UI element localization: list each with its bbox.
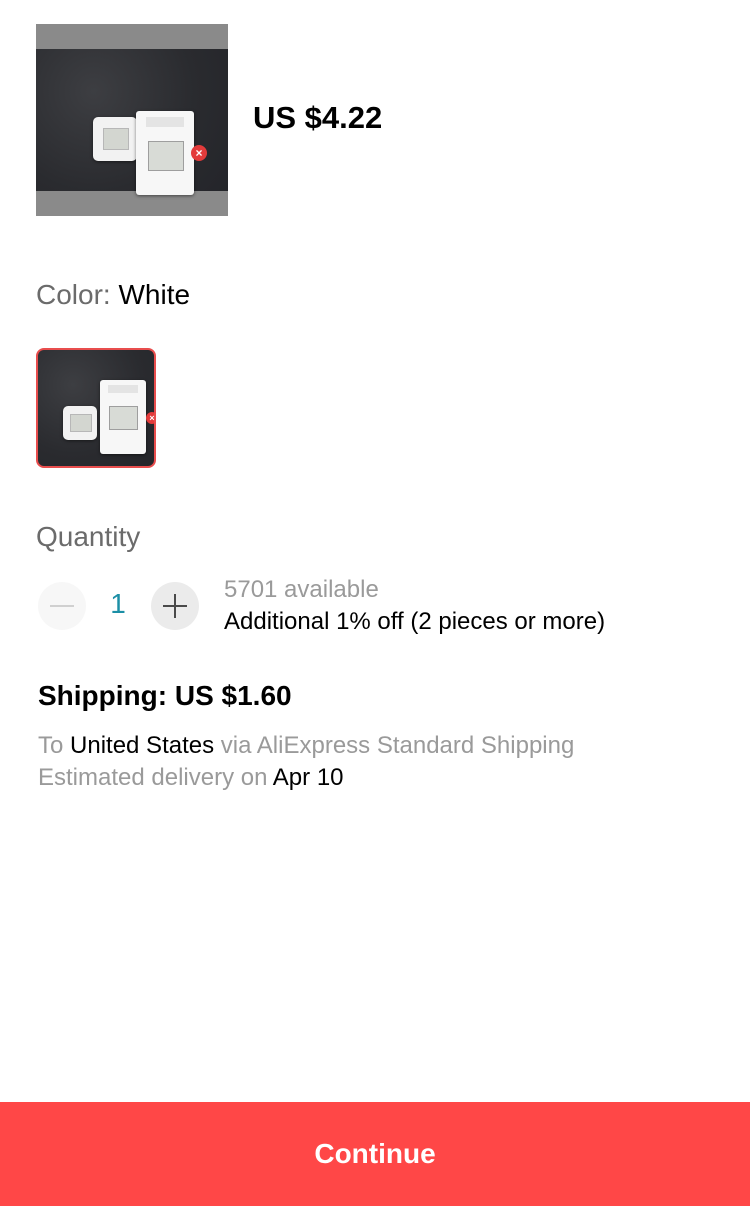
color-swatch-white[interactable]: × xyxy=(36,348,156,468)
product-price: US $4.22 xyxy=(253,100,383,135)
color-selection: Color: White xyxy=(36,279,190,311)
thermometer-device xyxy=(93,117,137,161)
estimated-delivery: Estimated delivery on Apr 10 xyxy=(38,764,344,792)
plus-icon-vertical xyxy=(174,594,176,618)
shipping-method: via AliExpress Standard Shipping xyxy=(214,732,575,759)
color-label: Color: xyxy=(36,279,119,310)
increase-quantity-button[interactable] xyxy=(151,582,199,630)
destination-country: United States xyxy=(70,732,215,759)
shipping-route: To United States via AliExpress Standard… xyxy=(38,732,574,760)
thermometer-device xyxy=(63,406,97,440)
close-mark-icon: × xyxy=(146,412,154,424)
quantity-value[interactable]: 1 xyxy=(100,588,136,620)
product-photo-icon: × xyxy=(36,49,228,195)
product-box xyxy=(136,111,194,195)
color-value: White xyxy=(118,279,191,310)
product-box xyxy=(100,380,146,454)
close-mark-icon: × xyxy=(191,145,207,161)
minus-icon xyxy=(50,605,74,607)
to-prefix: To xyxy=(38,732,71,759)
shipping-title: Shipping: US $1.60 xyxy=(38,680,292,711)
stock-available: 5701 available xyxy=(224,576,379,603)
product-image: × xyxy=(36,24,228,216)
continue-button[interactable]: Continue xyxy=(0,1102,750,1206)
bulk-discount: Additional 1% off (2 pieces or more) xyxy=(224,608,606,635)
delivery-date: Apr 10 xyxy=(272,764,344,791)
quantity-title: Quantity xyxy=(36,521,141,552)
decrease-quantity-button[interactable] xyxy=(38,582,86,630)
delivery-prefix: Estimated delivery on xyxy=(38,764,273,791)
